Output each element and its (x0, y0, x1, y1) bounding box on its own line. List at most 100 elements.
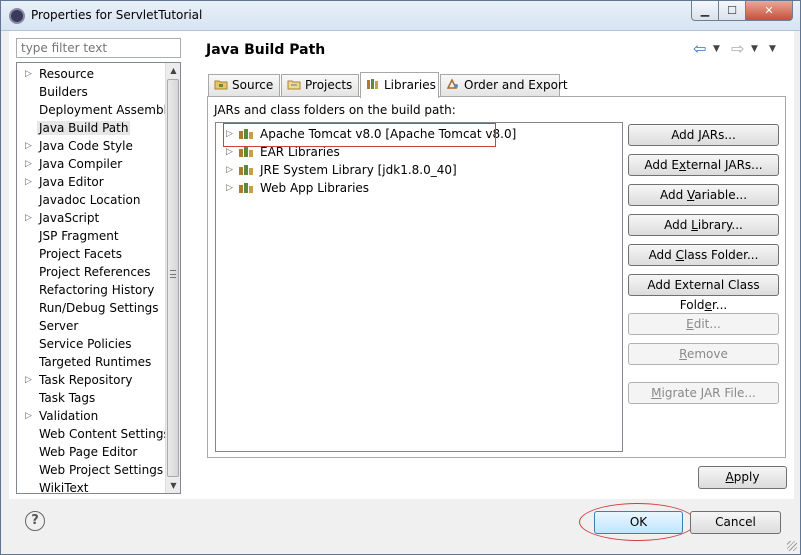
expand-arrow-icon[interactable]: ▷ (25, 155, 32, 173)
tab-order-and-export[interactable]: Order and Export (440, 74, 568, 96)
mnemonic: A (725, 470, 734, 484)
jars-heading: JARs and class folders on the build path… (214, 103, 456, 117)
expand-arrow-icon[interactable]: ▷ (226, 125, 233, 143)
list-item[interactable]: ▷ EAR Libraries (216, 143, 622, 161)
expand-arrow-icon[interactable]: ▷ (25, 371, 32, 389)
expand-arrow-icon[interactable]: ▷ (25, 173, 32, 191)
tree-item[interactable]: Web Project Settings (17, 461, 167, 479)
tree-item-label: Run/Debug Settings (39, 301, 159, 315)
dialog-content: ▷ Resource Builders Deployment Assembly Java… (9, 31, 794, 499)
add-class-folder-button[interactable]: Add Class Folder... (628, 244, 779, 266)
filter-input[interactable] (16, 38, 181, 58)
back-dropdown-icon[interactable]: ▼ (713, 40, 720, 58)
tree-item[interactable]: ▷ JavaScript (17, 209, 167, 227)
edit-button[interactable]: Edit... (628, 313, 779, 335)
expand-arrow-icon[interactable]: ▷ (25, 209, 32, 227)
expand-arrow-icon[interactable]: ▷ (25, 137, 32, 155)
tree-item-label: Javadoc Location (39, 193, 141, 207)
scrollbar-thumb[interactable] (167, 79, 179, 477)
button-label-pre: Add (648, 248, 676, 262)
tree-item[interactable]: ▷ Java Editor (17, 173, 167, 191)
apply-button[interactable]: Apply (698, 466, 787, 489)
tree-item[interactable]: Deployment Assembly (17, 101, 174, 119)
cancel-button[interactable]: Cancel (690, 511, 781, 534)
tree-item[interactable]: Project Facets (17, 245, 167, 263)
tab-source[interactable]: Source (208, 74, 280, 96)
tree-item[interactable]: ▷ Java Code Style (17, 137, 167, 155)
tree-item-label: Resource (39, 67, 95, 81)
add-library-button[interactable]: Add Library... (628, 214, 779, 236)
resize-grip[interactable] (787, 541, 797, 551)
help-icon[interactable]: ? (25, 511, 45, 531)
tree-item-label: JavaScript (39, 211, 100, 225)
tree-item[interactable]: ▷ Task Repository (17, 371, 167, 389)
expand-arrow-icon[interactable]: ▷ (226, 143, 233, 161)
expand-arrow-icon[interactable]: ▷ (25, 65, 32, 83)
button-label-pre: Add (664, 218, 692, 232)
add-external-jars-button[interactable]: Add External JARs... (628, 154, 779, 176)
title-bar[interactable]: Properties for ServletTutorial ▁ ☐ ✕ (1, 1, 800, 31)
minimize-button[interactable]: ▁ (691, 1, 719, 21)
tree-item-label: Project References (39, 265, 151, 279)
scroll-up-arrow-icon[interactable]: ▲ (166, 63, 180, 78)
scroll-down-arrow-icon[interactable]: ▼ (166, 478, 180, 493)
tab-projects[interactable]: Projects (281, 74, 359, 96)
button-label-post: ibrary... (697, 218, 743, 232)
tree-item[interactable]: Builders (17, 83, 167, 101)
tree-item-label: Builders (39, 85, 88, 99)
tree-item[interactable]: Targeted Runtimes (17, 353, 167, 371)
library-icon (367, 79, 378, 89)
back-arrow-icon[interactable]: ⇦ (693, 40, 706, 58)
tree-item-label: Java Build Path (37, 121, 131, 135)
tree-item[interactable]: Javadoc Location (17, 191, 167, 209)
tree-item[interactable]: Task Tags (17, 389, 167, 407)
button-label-post: ariable... (694, 188, 748, 202)
properties-dialog: Properties for ServletTutorial ▁ ☐ ✕ ▷ Re… (0, 0, 801, 555)
tree-item[interactable]: Run/Debug Settings (17, 299, 167, 317)
tab-libraries[interactable]: Libraries (360, 72, 439, 98)
tree-item[interactable]: WikiText (17, 479, 167, 493)
list-item[interactable]: ▷ JRE System Library [jdk1.8.0_40] (216, 161, 622, 179)
tree-scrollbar[interactable]: ▲ ▼ (165, 63, 180, 493)
ok-button[interactable]: OK (594, 511, 683, 534)
close-button[interactable]: ✕ (745, 1, 793, 21)
tab-label: Projects (305, 78, 353, 92)
button-label-post: igrate JAR File... (661, 386, 756, 400)
add-external-class-folder-button[interactable]: Add External Class Folder... (628, 274, 779, 312)
migrate-jar-file-button[interactable]: Migrate JAR File... (628, 382, 779, 404)
list-item-label: Web App Libraries (260, 181, 370, 195)
expand-arrow-icon[interactable]: ▷ (226, 179, 233, 197)
maximize-button[interactable]: ☐ (718, 1, 746, 21)
list-item[interactable]: ▷ Web App Libraries (216, 179, 622, 197)
expand-arrow-icon[interactable]: ▷ (25, 407, 32, 425)
tree-item[interactable]: Java Build Path (17, 119, 167, 137)
tree-item[interactable]: ▷ Validation (17, 407, 167, 425)
mnemonic: E (686, 317, 694, 331)
tree-item-label: Web Page Editor (39, 445, 138, 459)
source-folder-icon (214, 80, 228, 90)
tree-item[interactable]: ▷ Resource (17, 65, 167, 83)
add-jars-button[interactable]: Add JARs... (628, 124, 779, 146)
forward-dropdown-icon[interactable]: ▼ (751, 40, 758, 58)
tree-item[interactable]: Server (17, 317, 167, 335)
tree-item[interactable]: Service Policies (17, 335, 167, 353)
tree-item[interactable]: ▷ Java Compiler (17, 155, 167, 173)
tree-item-label: Java Code Style (39, 139, 133, 153)
tree-item[interactable]: Web Page Editor (17, 443, 167, 461)
tree-item[interactable]: JSP Fragment (17, 227, 167, 245)
tree-item-label: Java Compiler (39, 157, 123, 171)
list-item[interactable]: ▷ Apache Tomcat v8.0 [Apache Tomcat v8.0… (216, 125, 622, 143)
tree-item[interactable]: Project References (17, 263, 167, 281)
tree-item[interactable]: Refactoring History (17, 281, 167, 299)
page-navigation: ⇦ ▼ ⇨ ▼ ▼ (693, 40, 793, 58)
order-export-icon (446, 78, 458, 89)
remove-button[interactable]: Remove (628, 343, 779, 365)
button-label-post: r... (711, 298, 728, 312)
tree-item-label: JSP Fragment (39, 229, 119, 243)
forward-arrow-icon[interactable]: ⇨ (731, 40, 744, 58)
add-variable-button[interactable]: Add Variable... (628, 184, 779, 206)
tree-item[interactable]: Web Content Settings (17, 425, 170, 443)
build-path-list: ▷ Apache Tomcat v8.0 [Apache Tomcat v8.0… (215, 122, 623, 452)
view-menu-icon[interactable]: ▼ (769, 40, 776, 58)
expand-arrow-icon[interactable]: ▷ (226, 161, 233, 179)
